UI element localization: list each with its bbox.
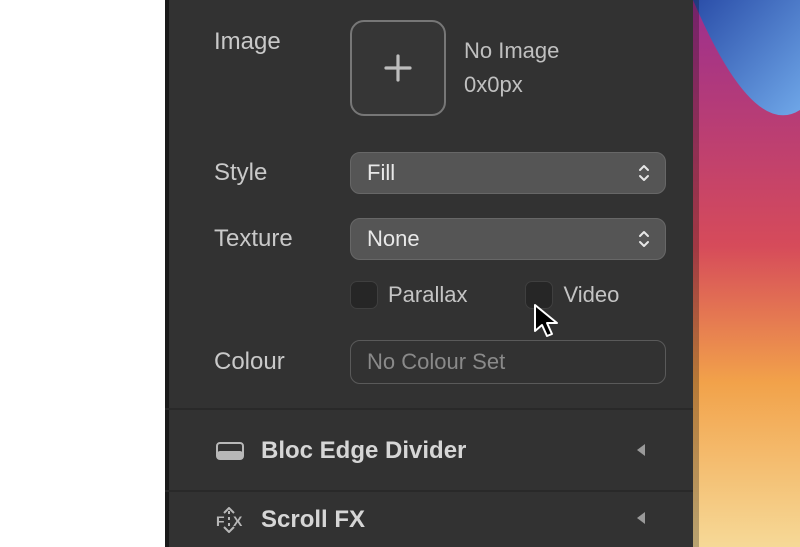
texture-row: Texture None xyxy=(214,218,666,260)
image-label: Image xyxy=(214,20,350,116)
video-group: Video xyxy=(525,281,619,309)
video-label: Video xyxy=(563,282,619,308)
image-meta: No Image 0x0px xyxy=(464,20,559,116)
parallax-label: Parallax xyxy=(388,282,467,308)
style-select-value: Fill xyxy=(367,160,395,186)
chevron-up-down-icon xyxy=(637,163,651,183)
video-checkbox[interactable] xyxy=(525,281,553,309)
style-select[interactable]: Fill xyxy=(350,152,666,194)
style-row: Style Fill xyxy=(214,152,666,194)
section-scroll-fx[interactable]: F X Scroll FX xyxy=(165,492,693,547)
section-divider xyxy=(165,408,693,410)
colour-well[interactable]: No Colour Set xyxy=(350,340,666,384)
texture-label: Texture xyxy=(214,225,350,253)
texture-select-value: None xyxy=(367,226,420,252)
style-label: Style xyxy=(214,159,350,187)
colour-label: Colour xyxy=(214,348,350,376)
divider-icon xyxy=(213,440,247,462)
triangle-left-icon xyxy=(635,509,647,530)
plus-icon xyxy=(382,52,414,84)
section-title: Bloc Edge Divider xyxy=(261,437,635,465)
section-title: Scroll FX xyxy=(261,506,635,534)
no-image-text: No Image xyxy=(464,34,559,68)
desktop-wallpaper xyxy=(693,0,800,547)
image-row: Image No Image 0x0px xyxy=(214,20,559,116)
window-left-margin xyxy=(0,0,165,547)
colour-placeholder: No Colour Set xyxy=(367,349,505,375)
fx-icon: F X xyxy=(213,507,247,533)
texture-select[interactable]: None xyxy=(350,218,666,260)
section-bloc-edge-divider[interactable]: Bloc Edge Divider xyxy=(165,412,693,490)
image-dimensions: 0x0px xyxy=(464,68,559,102)
svg-text:F: F xyxy=(216,513,225,529)
chevron-up-down-icon xyxy=(637,229,651,249)
colour-row: Colour No Colour Set xyxy=(214,340,666,384)
inspector-panel: Image No Image 0x0px Style Fill xyxy=(165,0,693,547)
parallax-group: Parallax xyxy=(350,281,467,309)
svg-text:X: X xyxy=(233,513,243,529)
triangle-left-icon xyxy=(635,441,647,462)
add-image-button[interactable] xyxy=(350,20,446,116)
checkbox-row: Parallax Video xyxy=(350,281,619,309)
parallax-checkbox[interactable] xyxy=(350,281,378,309)
